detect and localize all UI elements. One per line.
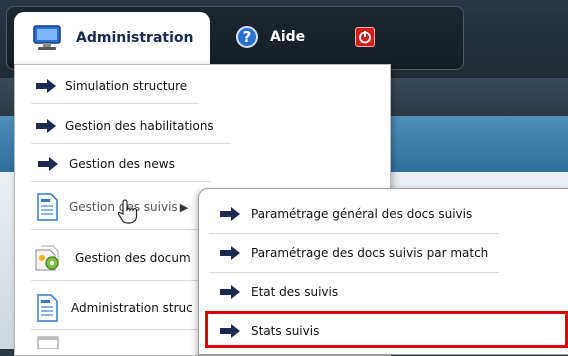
submenu-item-etat-suivis[interactable]: Etat des suivis	[199, 273, 568, 311]
submenu-item-parametrage-general[interactable]: Paramétrage général des docs suivis	[199, 195, 568, 233]
arrow-right-icon	[36, 119, 56, 133]
menu-separator	[31, 329, 211, 330]
menu-item-label: Gestion des docum	[75, 251, 191, 265]
arrow-right-icon	[38, 157, 58, 171]
menu-separator	[31, 229, 211, 230]
submenu-item-label: Etat des suivis	[251, 285, 339, 299]
power-icon[interactable]	[355, 27, 375, 47]
menu-item-label: Gestion des habilitations	[65, 119, 214, 133]
submenu-item-parametrage-match[interactable]: Paramétrage des docs suivis par match	[199, 234, 568, 272]
document-icon	[37, 193, 58, 221]
arrow-right-icon	[220, 207, 240, 221]
hand-cursor-icon	[118, 199, 138, 224]
document-icon	[37, 294, 58, 322]
menu-item-label: Gestion des news	[69, 157, 175, 171]
menu-aide-label: Aide	[270, 29, 306, 45]
submenu-arrow-icon: ▶	[179, 200, 189, 214]
menu-item-label: Simulation structure	[65, 79, 188, 93]
menu-aide[interactable]: ? Aide	[236, 26, 305, 48]
arrow-right-icon	[220, 285, 240, 299]
menu-separator	[31, 280, 211, 281]
arrow-right-icon	[220, 246, 240, 260]
menu-administration-label: Administration	[76, 30, 194, 46]
submenu-item-label: Paramétrage des docs suivis par match	[251, 246, 489, 260]
help-icon: ?	[236, 26, 258, 48]
menu-item-gestion-news[interactable]: Gestion des news	[15, 145, 390, 183]
power-glyph-icon	[359, 31, 371, 44]
arrow-right-icon	[36, 79, 56, 93]
menu-separator	[31, 143, 231, 144]
monitor-icon	[33, 25, 61, 50]
documents-gear-icon	[35, 245, 59, 271]
menu-item-label: Administration struc	[71, 301, 193, 315]
submenu-item-label: Paramétrage général des docs suivis	[251, 207, 473, 221]
menu-separator	[31, 103, 199, 104]
stats-suivis-highlight	[205, 311, 568, 348]
menu-separator	[31, 181, 211, 182]
menu-item-gestion-habilitations[interactable]: Gestion des habilitations	[15, 107, 390, 145]
calendar-icon	[37, 336, 59, 349]
menu-administration[interactable]: Administration	[14, 12, 210, 64]
menu-item-simulation-structure[interactable]: Simulation structure	[15, 67, 390, 105]
